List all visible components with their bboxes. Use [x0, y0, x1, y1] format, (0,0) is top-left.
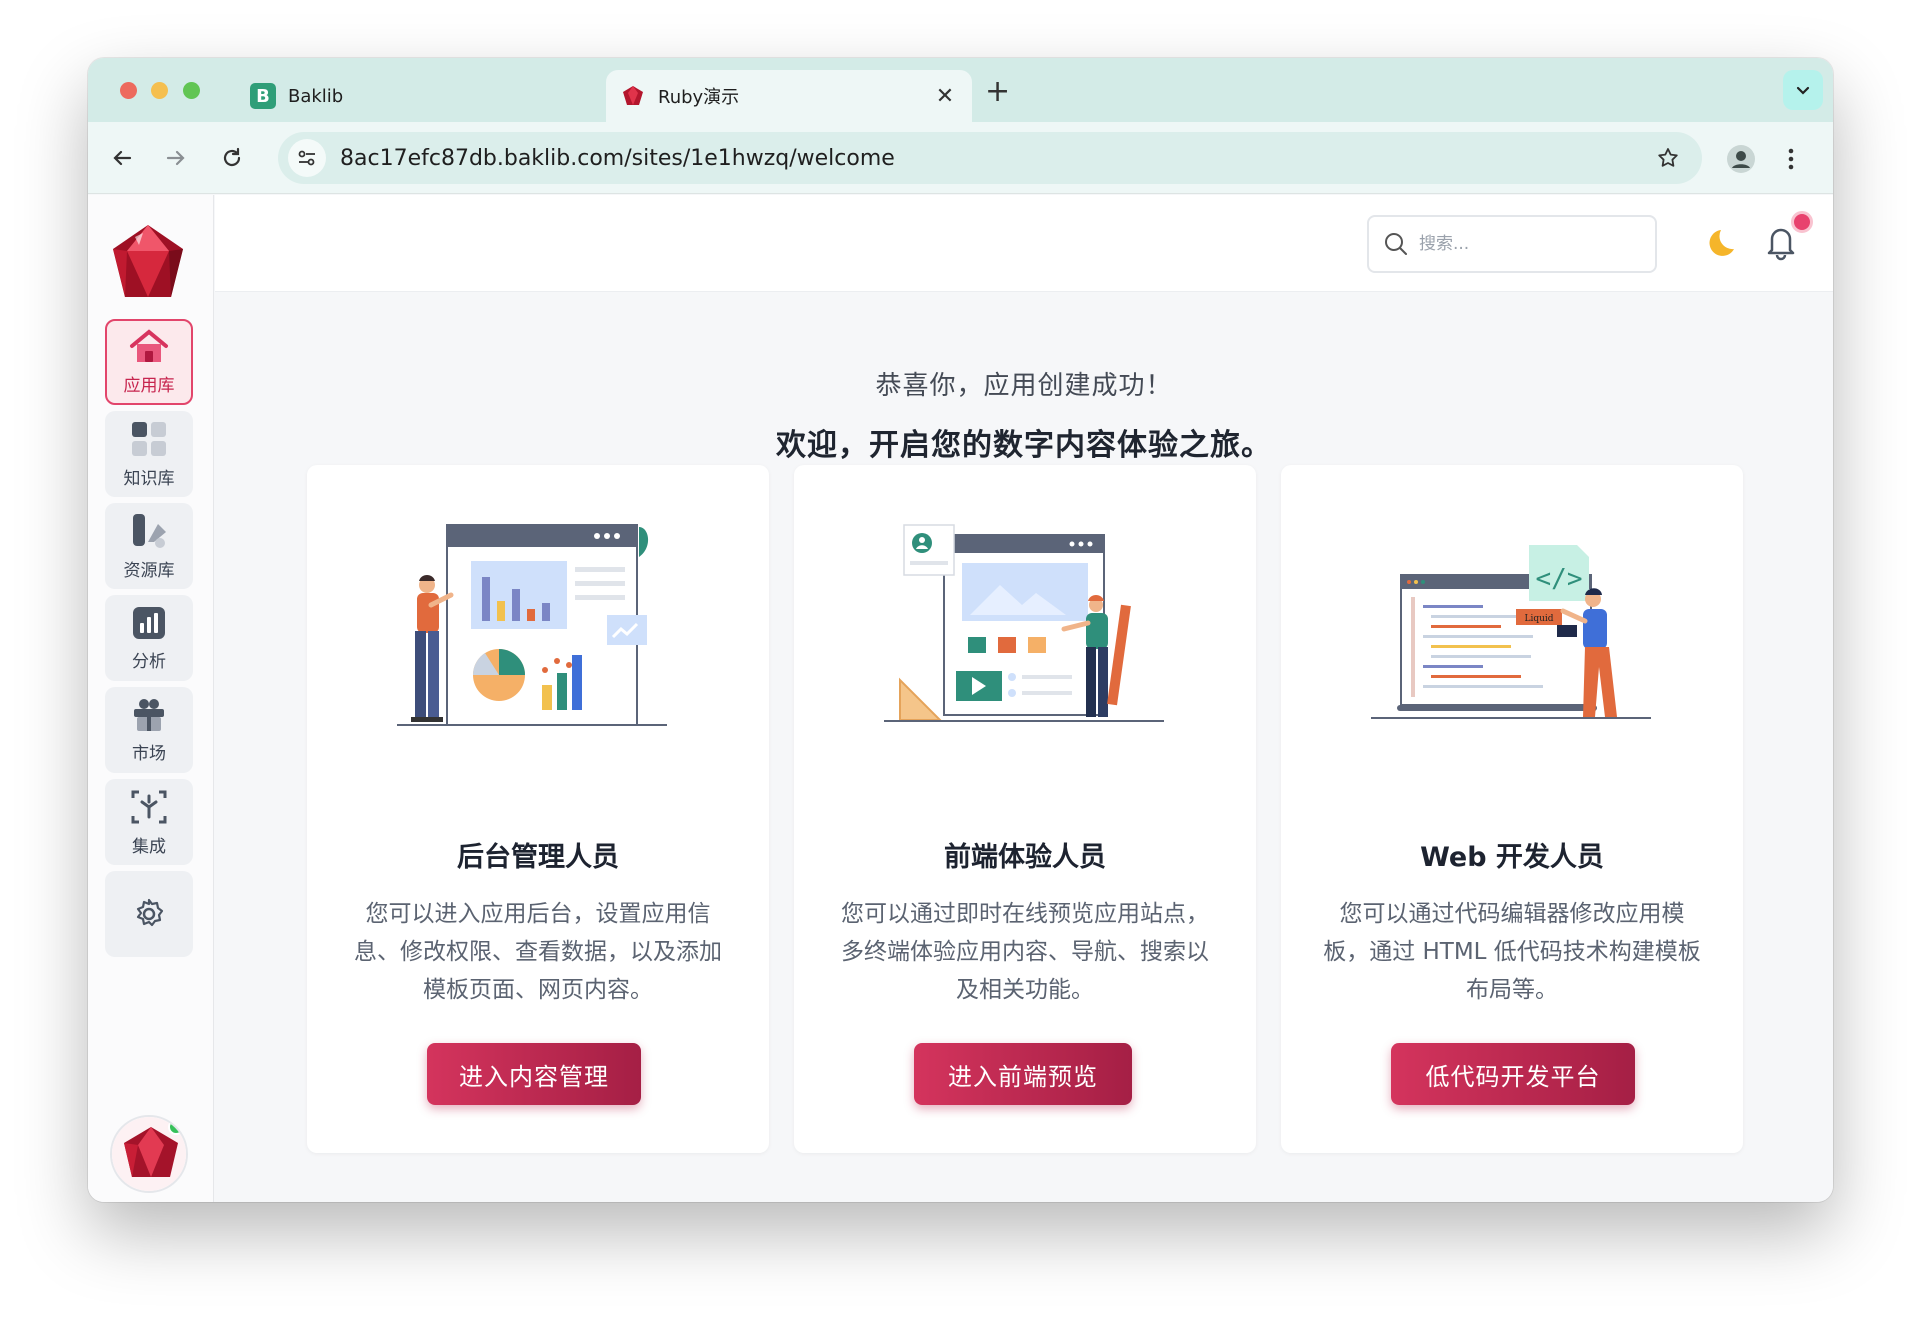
sidebar-item-label: 知识库 — [123, 468, 175, 489]
card-title: 前端体验人员 — [944, 842, 1106, 873]
search-box[interactable] — [1367, 215, 1657, 273]
card-description: 您可以进入应用后台，设置应用信息、修改权限、查看数据，以及添加模板页面、网页内容… — [354, 901, 722, 1003]
close-tab-icon[interactable]: ✕ — [932, 84, 958, 109]
sidebar-item-analytics[interactable]: 分析 — [105, 595, 193, 681]
card-title: Web 开发人员 — [1420, 842, 1604, 873]
grid-icon — [132, 421, 166, 456]
sidebar-item-resources[interactable]: 资源库 — [105, 503, 193, 589]
chart-icon — [133, 606, 165, 639]
forward-button[interactable] — [158, 140, 194, 176]
sidebar-item-label: 集成 — [132, 836, 166, 857]
sidebar-item-knowledge-base[interactable]: 知识库 — [105, 411, 193, 497]
developer-code-illustration: Liquid </> — [1361, 505, 1661, 745]
new-tab-button[interactable]: + — [985, 74, 1010, 109]
frontend-preview-illustration — [874, 505, 1174, 745]
minimize-window-button[interactable] — [151, 82, 168, 99]
search-input[interactable] — [1419, 234, 1619, 254]
site-info-icon[interactable] — [288, 139, 326, 177]
sidebar-item-integration[interactable]: 集成 — [105, 779, 193, 865]
moon-icon — [1709, 230, 1734, 256]
card-frontend-experience: 前端体验人员 您可以通过即时在线预览应用站点，多终端体验应用内容、导航、搜索以及… — [794, 465, 1256, 1153]
top-header — [215, 195, 1833, 292]
sidebar-item-label: 分析 — [132, 651, 166, 672]
baklib-favicon-icon: B — [250, 83, 276, 109]
address-bar[interactable]: 8ac17efc87db.baklib.com/sites/1e1hwzq/we… — [278, 132, 1702, 184]
arrow-right-icon — [166, 150, 185, 166]
chevron-down-icon — [1796, 86, 1810, 95]
resource-icon — [133, 513, 166, 548]
card-description: 您可以通过即时在线预览应用站点，多终端体验应用内容、导航、搜索以及相关功能。 — [841, 901, 1209, 1003]
browser-window: B Baklib ✕ Ruby演示 ✕ + — [88, 58, 1833, 1202]
browser-toolbar: 8ac17efc87db.baklib.com/sites/1e1hwzq/we… — [88, 122, 1833, 194]
sidebar-item-settings[interactable] — [105, 871, 193, 957]
gear-icon — [136, 898, 164, 927]
zoom-window-button[interactable] — [183, 82, 200, 99]
admin-dashboard-illustration — [387, 505, 687, 745]
integration-icon — [131, 790, 167, 823]
tab-ruby-demo[interactable]: Ruby演示 ✕ — [606, 70, 972, 122]
user-avatar[interactable] — [110, 1115, 188, 1193]
success-message: 恭喜你，应用创建成功！ — [875, 371, 1173, 401]
low-code-platform-button[interactable]: 低代码开发平台 — [1391, 1043, 1635, 1105]
notification-button[interactable] — [1763, 211, 1813, 263]
reload-button[interactable] — [214, 140, 250, 176]
arrow-left-icon — [113, 150, 132, 166]
url-text[interactable]: 8ac17efc87db.baklib.com/sites/1e1hwzq/we… — [340, 146, 1648, 171]
sidebar: 应用库 知识库 资源库 分析 市场 集成 — [88, 195, 214, 1202]
back-button[interactable] — [104, 140, 140, 176]
sidebar-item-app-library[interactable]: 应用库 — [105, 319, 193, 405]
more-menu-icon[interactable] — [1776, 142, 1806, 176]
dark-mode-toggle[interactable] — [1707, 225, 1747, 265]
card-description: 您可以通过代码编辑器修改应用模板，通过 HTML 低代码技术构建模板布局等。 — [1323, 901, 1701, 1003]
card-backend-admin: 后台管理人员 您可以进入应用后台，设置应用信息、修改权限、查看数据，以及添加模板… — [307, 465, 769, 1153]
app-page: 应用库 知识库 资源库 分析 市场 集成 搜索... 恭喜你，应用创建成功！ 欢… — [88, 195, 1833, 1202]
sidebar-item-label: 应用库 — [123, 375, 175, 396]
tab-strip: B Baklib ✕ Ruby演示 ✕ + — [88, 58, 1833, 122]
sidebar-item-label: 市场 — [132, 743, 166, 764]
enter-content-management-button[interactable]: 进入内容管理 — [427, 1043, 641, 1105]
welcome-title: 欢迎，开启您的数字内容体验之旅。 — [776, 428, 1272, 463]
reload-icon — [223, 147, 241, 167]
sidebar-item-market[interactable]: 市场 — [105, 687, 193, 773]
card-title: 后台管理人员 — [457, 842, 619, 873]
tab-title: Baklib — [288, 85, 344, 107]
close-window-button[interactable] — [120, 82, 137, 99]
card-web-developer: Liquid </> Web 开发人员 您可以通过代码编辑器修改应用模板，通过 … — [1281, 465, 1743, 1153]
sidebar-item-label: 资源库 — [123, 560, 175, 581]
welcome-heading: 恭喜你，应用创建成功！ 欢迎，开启您的数字内容体验之旅。 — [215, 365, 1833, 464]
liquid-tag: Liquid — [1524, 614, 1553, 624]
tab-search-button[interactable] — [1783, 70, 1823, 110]
bookmark-star-icon[interactable] — [1648, 146, 1688, 170]
svg-text:</>: </> — [1536, 564, 1583, 594]
profile-icon[interactable] — [1722, 140, 1760, 178]
online-status-dot — [168, 1119, 184, 1135]
tab-title: Ruby演示 — [658, 87, 740, 108]
ruby-logo[interactable] — [105, 219, 191, 305]
notification-badge — [1791, 211, 1813, 233]
enter-frontend-preview-button[interactable]: 进入前端预览 — [914, 1043, 1132, 1105]
gift-icon — [134, 698, 164, 731]
ruby-favicon-icon — [620, 83, 646, 109]
home-icon — [130, 328, 168, 362]
search-icon — [1385, 233, 1407, 255]
